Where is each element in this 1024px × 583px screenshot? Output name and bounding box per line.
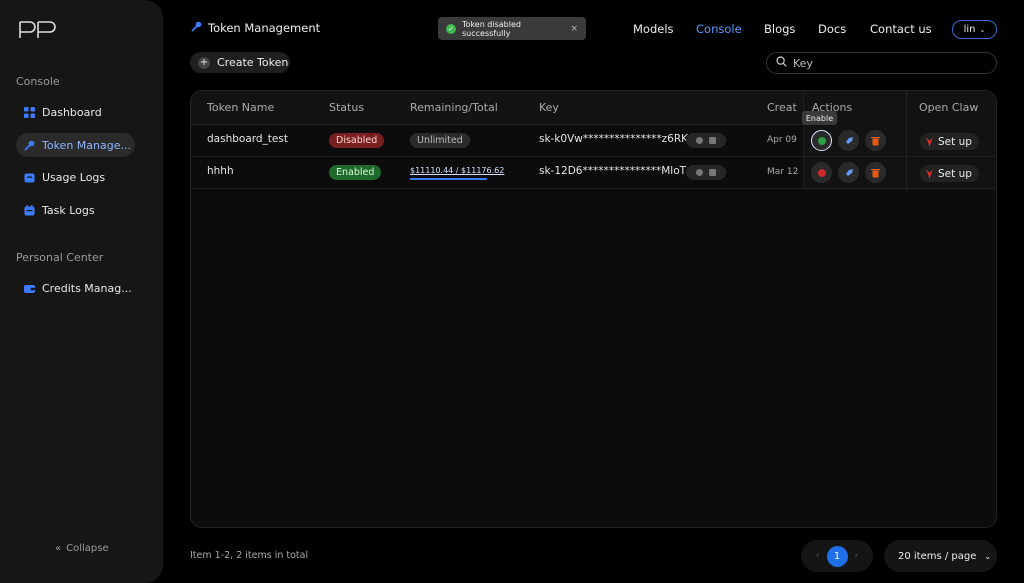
create-token-button[interactable]: + Create Token bbox=[190, 52, 290, 73]
trash-icon bbox=[871, 168, 880, 177]
key-icon bbox=[24, 140, 35, 151]
collapse-label: Collapse bbox=[66, 543, 109, 554]
page-size-label: 20 items / page bbox=[898, 550, 977, 562]
search-box bbox=[766, 52, 997, 74]
logo bbox=[19, 21, 56, 38]
pagination-info: Item 1-2, 2 items in total bbox=[190, 550, 309, 561]
claw-icon bbox=[926, 168, 933, 179]
nav-models[interactable]: Models bbox=[633, 22, 674, 36]
edit-button[interactable] bbox=[838, 162, 859, 183]
delete-button[interactable] bbox=[865, 130, 886, 151]
key-icon bbox=[191, 21, 202, 35]
column-status: Status bbox=[329, 101, 365, 114]
create-token-label: Create Token bbox=[217, 56, 289, 69]
page-title: Token Management bbox=[191, 21, 320, 35]
search-icon bbox=[776, 56, 787, 70]
toast-message: Token disabled successfully bbox=[462, 19, 521, 38]
double-chevron-left-icon: « bbox=[55, 543, 62, 554]
status-badge: Disabled bbox=[329, 133, 385, 148]
section-label-console: Console bbox=[16, 75, 60, 88]
nav-blogs[interactable]: Blogs bbox=[764, 22, 795, 36]
trash-icon bbox=[871, 136, 880, 145]
quota-badge: Unlimited bbox=[410, 133, 470, 148]
nav-contact-us[interactable]: Contact us bbox=[870, 22, 932, 36]
column-remaining-total: Remaining/Total bbox=[410, 101, 498, 114]
sidebar-item-label: Dashboard bbox=[42, 105, 102, 119]
table-row: dashboard_test Disabled Unlimited sk-k0V… bbox=[191, 125, 996, 157]
page-size-select[interactable]: 20 items / page ⌄ bbox=[884, 540, 997, 572]
calendar-icon bbox=[24, 204, 35, 216]
grid-icon bbox=[24, 106, 35, 118]
sidebar-item-label: Task Logs bbox=[42, 203, 95, 217]
rocket-icon bbox=[845, 168, 853, 176]
created-date: Mar 12 bbox=[767, 167, 799, 177]
section-label-personal-center: Personal Center bbox=[16, 251, 104, 264]
chevron-right-icon[interactable]: › bbox=[855, 551, 859, 561]
quota-progress-bar bbox=[410, 178, 487, 180]
key-tools bbox=[686, 133, 726, 148]
status-badge: Enabled bbox=[329, 165, 382, 180]
rocket-icon bbox=[845, 136, 853, 144]
search-input[interactable] bbox=[793, 56, 973, 70]
column-key: Key bbox=[539, 101, 559, 114]
page-button-1[interactable]: 1 bbox=[826, 545, 848, 567]
eye-icon[interactable] bbox=[696, 137, 703, 144]
box-icon bbox=[24, 172, 35, 183]
eye-icon[interactable] bbox=[696, 169, 703, 176]
pagination: ‹ 1 › bbox=[801, 540, 873, 572]
check-circle-icon: ✓ bbox=[446, 23, 456, 34]
setup-label: Set up bbox=[938, 167, 972, 180]
user-menu-button[interactable]: lin ⌄ bbox=[952, 20, 997, 39]
quota-text: $11110.44 / $11176.62 bbox=[410, 166, 505, 175]
user-name: lin bbox=[963, 24, 976, 35]
sidebar-item-credits-management[interactable]: Credits Manag... bbox=[16, 276, 135, 300]
sidebar-item-label: Usage Logs bbox=[42, 170, 106, 184]
sidebar-item-token-management[interactable]: Token Manage... bbox=[16, 133, 135, 157]
nav-console[interactable]: Console bbox=[696, 22, 742, 36]
column-open-claw: Open Claw bbox=[919, 101, 979, 114]
sidebar: Console Dashboard Token Manage... Usage … bbox=[0, 0, 163, 583]
disable-button[interactable] bbox=[811, 162, 832, 183]
token-name: dashboard_test bbox=[207, 133, 288, 145]
sidebar-item-label: Token Manage... bbox=[42, 138, 131, 152]
token-key: sk-12D6***************MloT bbox=[539, 165, 687, 177]
key-tools bbox=[686, 165, 726, 180]
sidebar-item-label: Credits Manag... bbox=[42, 281, 132, 295]
copy-icon[interactable] bbox=[709, 169, 716, 176]
token-key: sk-k0Vw***************z6RK bbox=[539, 133, 688, 145]
setup-button[interactable]: Set up bbox=[920, 165, 979, 182]
sidebar-item-task-logs[interactable]: Task Logs bbox=[16, 198, 135, 222]
created-date: Apr 09 bbox=[767, 135, 797, 145]
column-created: Creat bbox=[767, 101, 797, 114]
token-name: hhhh bbox=[207, 165, 234, 177]
sidebar-item-dashboard[interactable]: Dashboard bbox=[16, 100, 135, 124]
plus-icon: + bbox=[198, 56, 210, 69]
wallet-icon bbox=[24, 283, 35, 294]
page-title-text: Token Management bbox=[208, 21, 321, 35]
token-table: Token Name Status Remaining/Total Key Cr… bbox=[190, 90, 997, 528]
sidebar-item-usage-logs[interactable]: Usage Logs bbox=[16, 165, 135, 189]
collapse-button[interactable]: « Collapse bbox=[55, 543, 109, 554]
table-row: hhhh Enabled $11110.44 / $11176.62 sk-12… bbox=[191, 157, 996, 189]
column-token-name: Token Name bbox=[207, 101, 275, 114]
chevron-left-icon[interactable]: ‹ bbox=[816, 551, 820, 561]
toggle-dot-icon bbox=[817, 168, 826, 177]
delete-button[interactable] bbox=[865, 162, 886, 183]
tooltip: Enable bbox=[802, 111, 837, 125]
chevron-down-icon: ⌄ bbox=[984, 551, 992, 561]
setup-label: Set up bbox=[938, 135, 972, 148]
enable-button[interactable] bbox=[811, 130, 832, 151]
toast-notification: ✓ Token disabled successfully × bbox=[438, 17, 586, 40]
setup-button[interactable]: Set up bbox=[920, 133, 979, 150]
edit-button[interactable] bbox=[838, 130, 859, 151]
chevron-down-icon: ⌄ bbox=[979, 25, 986, 34]
claw-icon bbox=[926, 136, 933, 147]
close-icon[interactable]: × bbox=[570, 24, 578, 34]
toggle-dot-icon bbox=[817, 136, 826, 145]
copy-icon[interactable] bbox=[709, 137, 716, 144]
nav-docs[interactable]: Docs bbox=[818, 22, 846, 36]
